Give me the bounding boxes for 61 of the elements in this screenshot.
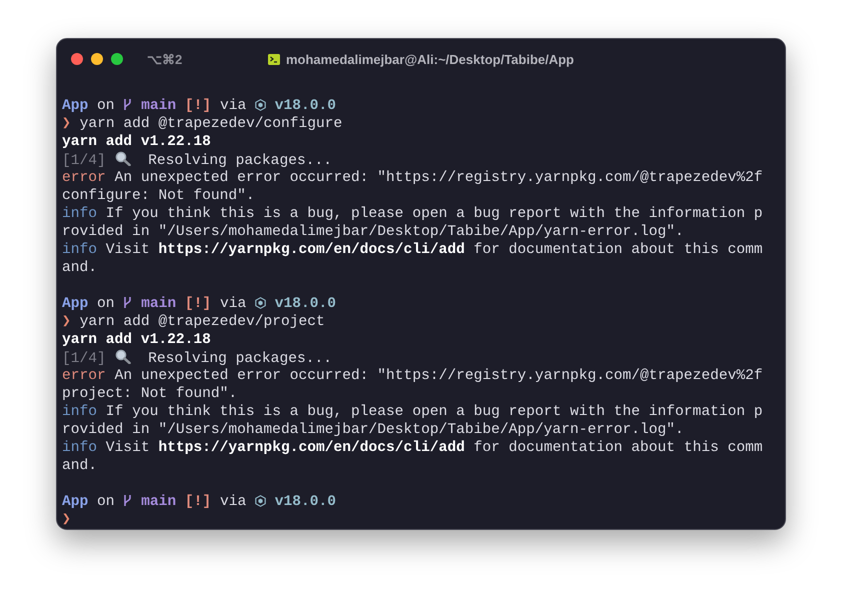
branch-icon [123, 296, 132, 309]
prompt-text: on [97, 296, 115, 312]
node-version: v18.0.0 [274, 296, 336, 312]
git-status: [!] [184, 494, 212, 510]
minimize-button[interactable] [91, 53, 103, 65]
directory-name: App [62, 98, 88, 114]
magnifier-icon [114, 151, 131, 166]
node-version: v18.0.0 [274, 98, 336, 114]
output-line: yarn add v1.22.18 [62, 332, 211, 348]
magnifier-icon [114, 349, 131, 364]
output-line: An unexpected error occurred: "https://registry.yarnpkg.com/@trapezedev%2f [114, 170, 763, 186]
close-button[interactable] [71, 53, 83, 65]
hexagon-icon [254, 297, 266, 309]
log-level: info [62, 440, 98, 456]
terminal-icon [268, 54, 280, 64]
output-line: rovided in "/Users/mohamedalimejbar/Desktop/Tabibe/App/yarn-error.log". [62, 224, 684, 240]
window-title: mohamedalimejbar@Ali:~/Desktop/Tabibe/App [286, 52, 574, 66]
prompt-text: on [97, 494, 115, 510]
output-line: configure: Not found". [62, 188, 255, 204]
step-counter: [1/4] [62, 351, 106, 367]
output-line: and. [62, 458, 98, 474]
output-line: Resolving packages... [148, 351, 332, 367]
branch-icon [123, 98, 132, 111]
output-line: rovided in "/Users/mohamedalimejbar/Desktop/Tabibe/App/yarn-error.log". [62, 422, 684, 438]
directory-name: App [62, 296, 88, 312]
command-text: yarn add @trapezedev/configure [80, 116, 342, 132]
output-line: An unexpected error occurred: "https://registry.yarnpkg.com/@trapezedev%2f [114, 368, 763, 384]
prompt-arrow: ❯ [62, 314, 71, 330]
node-version: v18.0.0 [274, 494, 336, 510]
command-text: yarn add @trapezedev/project [80, 314, 325, 330]
prompt-text: via [220, 98, 246, 114]
output-line: yarn add v1.22.18 [62, 134, 211, 150]
output-line: If you think this is a bug, please open a bug report with the information p [106, 206, 763, 222]
prompt-text: via [220, 296, 246, 312]
branch-icon [123, 494, 132, 507]
log-level: error [62, 368, 106, 384]
output-line: Visit https://yarnpkg.com/en/docs/cli/add for documentation about this comm [106, 242, 763, 258]
shortcut-label: ⌥⌘2 [147, 52, 182, 66]
prompt-text: via [220, 494, 246, 510]
log-level: error [62, 170, 106, 186]
prompt-text: on [97, 98, 115, 114]
output-line: project: Not found". [62, 386, 238, 402]
git-status: [!] [184, 296, 212, 312]
branch-name: main [141, 296, 176, 312]
hexagon-icon [254, 495, 266, 507]
maximize-button[interactable] [111, 53, 123, 65]
branch-name: main [141, 98, 176, 114]
step-counter: [1/4] [62, 153, 106, 169]
log-level: info [62, 206, 98, 222]
prompt-arrow: ❯ [62, 512, 71, 528]
output-line: and. [62, 260, 98, 276]
prompt-arrow: ❯ [62, 116, 71, 132]
output-line: If you think this is a bug, please open a bug report with the information p [106, 404, 763, 420]
branch-name: main [141, 494, 176, 510]
output-line: Visit https://yarnpkg.com/en/docs/cli/add for documentation about this comm [106, 440, 763, 456]
output-line: Resolving packages... [148, 153, 332, 169]
git-status: [!] [184, 98, 212, 114]
hexagon-icon [254, 99, 266, 111]
directory-name: App [62, 494, 88, 510]
log-level: info [62, 404, 98, 420]
log-level: info [62, 242, 98, 258]
